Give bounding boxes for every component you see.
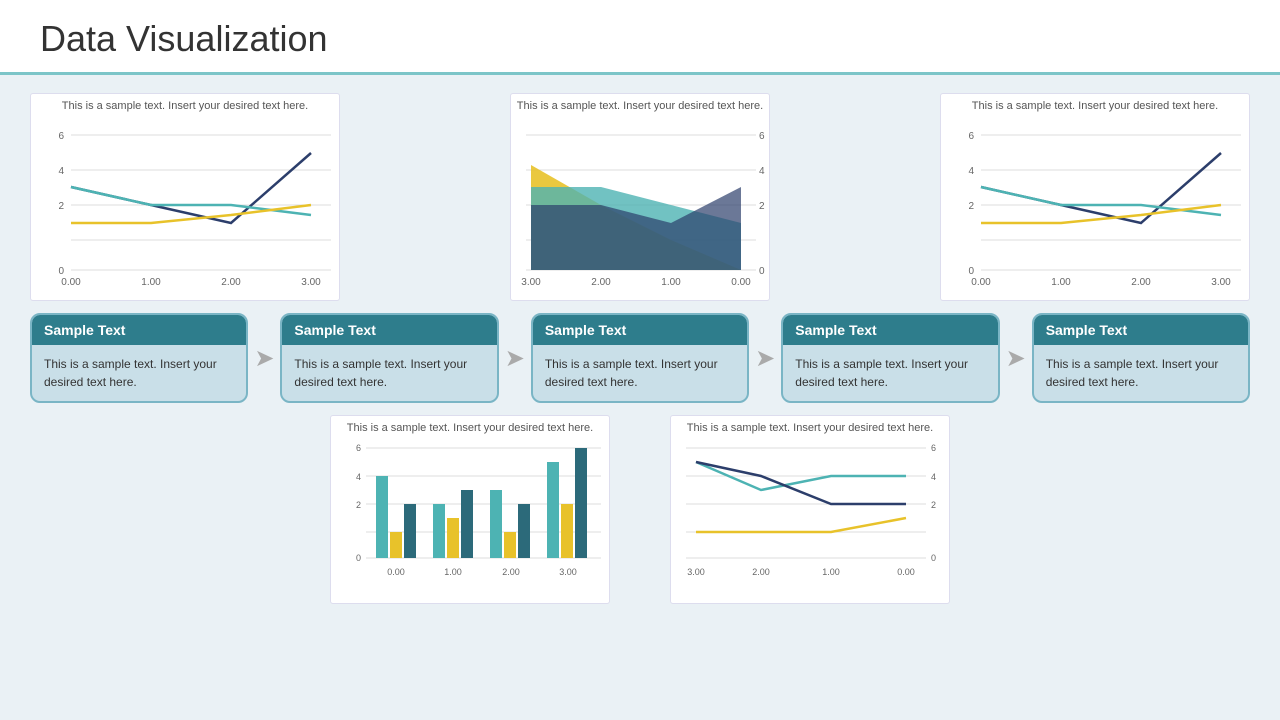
svg-text:6: 6 [968,131,974,142]
svg-text:0: 0 [968,266,974,277]
header: Data Visualization [0,0,1280,75]
svg-text:0: 0 [759,266,765,277]
chart-3-svg: 6 4 2 0 0.00 1.00 2.00 3.00 [946,115,1246,290]
process-body-2: This is a sample text. Insert your desir… [282,345,496,401]
process-box-2: Sample Text This is a sample text. Inser… [280,313,498,403]
bottom-chart-bar: This is a sample text. Insert your desir… [330,415,610,603]
svg-text:1.00: 1.00 [822,567,840,577]
svg-text:2.00: 2.00 [591,277,611,288]
page-title: Data Visualization [40,18,1240,60]
process-body-1: This is a sample text. Insert your desir… [32,345,246,401]
arrow-1: ➤ [252,344,276,373]
svg-text:6: 6 [931,443,936,453]
svg-text:0: 0 [58,266,64,277]
process-header-5: Sample Text [1034,315,1248,345]
svg-text:0.00: 0.00 [897,567,915,577]
svg-text:4: 4 [931,472,936,482]
bar-chart-svg: 6 4 2 0 0.00 1.00 2.00 3.00 [336,438,606,593]
bottom-chart-bar-label: This is a sample text. Insert your desir… [336,421,604,435]
svg-text:3.00: 3.00 [687,567,705,577]
chart-2-label: This is a sample text. Insert your desir… [516,99,764,113]
svg-text:0: 0 [356,553,361,563]
svg-text:6: 6 [759,131,765,142]
page: Data Visualization This is a sample text… [0,0,1280,720]
chart-3-label: This is a sample text. Insert your desir… [946,99,1244,113]
process-body-4: This is a sample text. Insert your desir… [783,345,997,401]
arrow-4: ➤ [1004,344,1028,373]
process-header-1: Sample Text [32,315,246,345]
main-content: This is a sample text. Insert your desir… [0,75,1280,614]
bottom-line-chart-svg: 6 4 2 0 3.00 2.00 1.00 0.00 [676,438,946,593]
arrow-3: ➤ [753,344,777,373]
svg-text:2: 2 [58,201,64,212]
svg-text:2: 2 [759,201,765,212]
svg-text:4: 4 [356,472,361,482]
svg-text:6: 6 [58,131,64,142]
svg-text:2.00: 2.00 [1131,277,1151,288]
process-header-2: Sample Text [282,315,496,345]
svg-text:2.00: 2.00 [752,567,770,577]
chart-1: This is a sample text. Insert your desir… [30,93,340,301]
svg-text:4: 4 [968,166,974,177]
process-body-5: This is a sample text. Insert your desir… [1034,345,1248,401]
svg-text:0: 0 [931,553,936,563]
process-header-4: Sample Text [783,315,997,345]
chart-2-svg: 6 4 2 0 3.00 2.00 1.00 0.00 [516,115,766,290]
top-charts-row: This is a sample text. Insert your desir… [30,93,1250,301]
svg-text:6: 6 [356,443,361,453]
svg-text:3.00: 3.00 [1211,277,1231,288]
process-body-3: This is a sample text. Insert your desir… [533,345,747,401]
process-row: Sample Text This is a sample text. Inser… [30,313,1250,403]
svg-text:1.00: 1.00 [141,277,161,288]
svg-text:4: 4 [58,166,64,177]
svg-text:2.00: 2.00 [221,277,241,288]
bottom-charts-row: This is a sample text. Insert your desir… [30,415,1250,603]
svg-text:3.00: 3.00 [301,277,321,288]
process-box-1: Sample Text This is a sample text. Inser… [30,313,248,403]
svg-text:2.00: 2.00 [502,567,520,577]
svg-text:3.00: 3.00 [559,567,577,577]
svg-text:0.00: 0.00 [61,277,81,288]
bottom-chart-line-label: This is a sample text. Insert your desir… [676,421,944,435]
svg-text:3.00: 3.00 [521,277,541,288]
svg-text:2: 2 [968,201,974,212]
bottom-chart-line: This is a sample text. Insert your desir… [670,415,950,603]
svg-text:0.00: 0.00 [387,567,405,577]
chart-3: This is a sample text. Insert your desir… [940,93,1250,301]
svg-text:2: 2 [356,500,361,510]
arrow-2: ➤ [503,344,527,373]
svg-text:0.00: 0.00 [731,277,751,288]
chart-1-svg: 6 4 2 0 0.00 1.00 2.00 3.00 [36,115,336,290]
process-header-3: Sample Text [533,315,747,345]
svg-text:4: 4 [759,166,765,177]
svg-text:0.00: 0.00 [971,277,991,288]
chart-1-label: This is a sample text. Insert your desir… [36,99,334,113]
svg-text:2: 2 [931,500,936,510]
process-box-3: Sample Text This is a sample text. Inser… [531,313,749,403]
svg-text:1.00: 1.00 [1051,277,1071,288]
process-box-4: Sample Text This is a sample text. Inser… [781,313,999,403]
chart-2: This is a sample text. Insert your desir… [510,93,770,301]
svg-text:1.00: 1.00 [444,567,462,577]
svg-text:1.00: 1.00 [661,277,681,288]
process-box-5: Sample Text This is a sample text. Inser… [1032,313,1250,403]
